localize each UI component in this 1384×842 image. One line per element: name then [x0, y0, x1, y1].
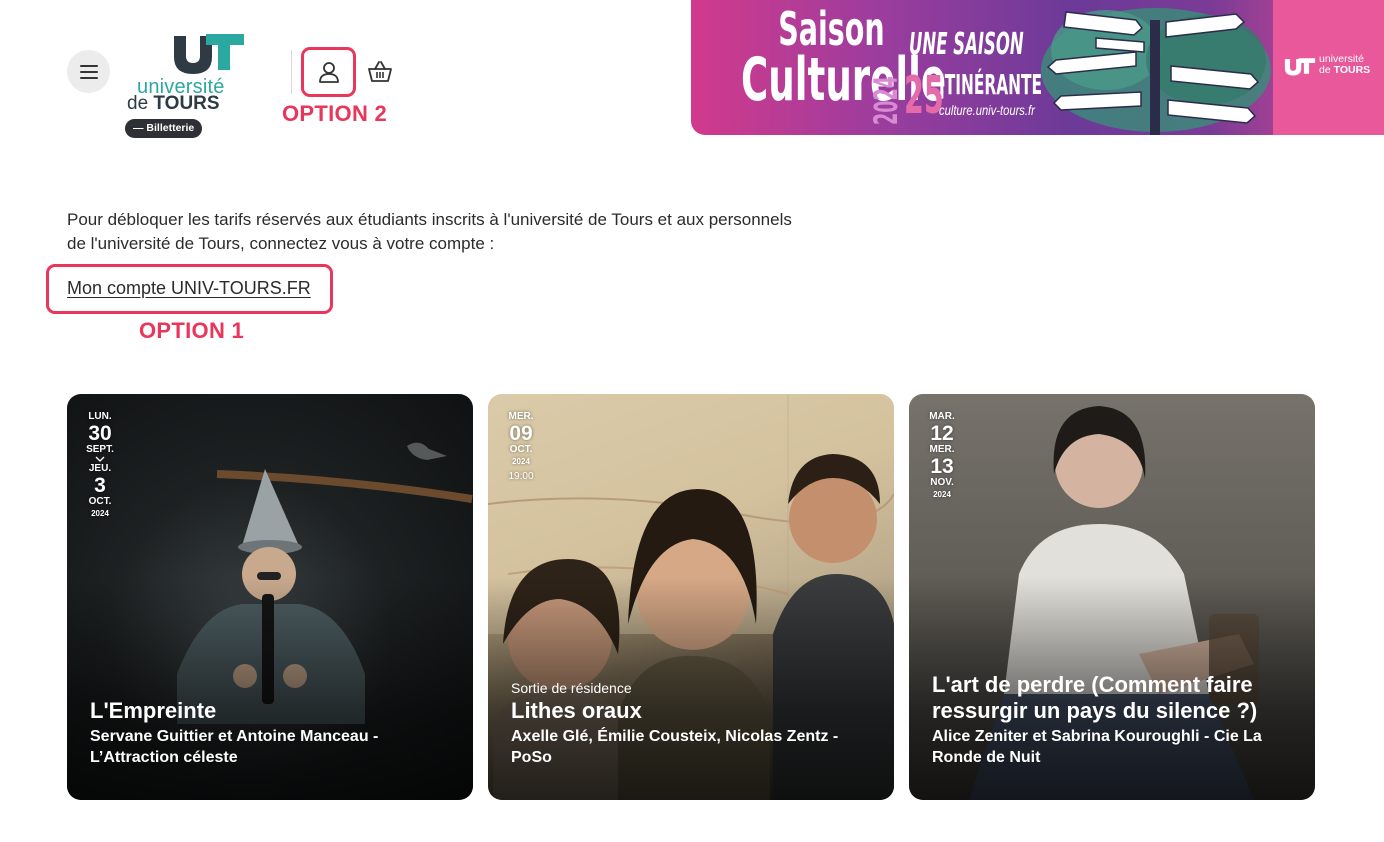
hamburger-menu-icon	[79, 64, 98, 79]
banner-logo: université de TOURS	[1284, 53, 1370, 83]
cart-button[interactable]	[366, 58, 394, 86]
basket-icon	[368, 61, 392, 82]
event-card-lithes-oraux[interactable]: MER. 09 OCT. 2024 19:00 Sortie de réside…	[488, 394, 894, 800]
event-title: L'Empreinte	[90, 698, 217, 723]
event-card-lart-de-perdre[interactable]: MAR. 12 MER. 13 NOV. 2024 L'art de perdr…	[909, 394, 1315, 800]
chevron-down-icon	[95, 456, 105, 462]
event-title: Lithes oraux	[511, 698, 642, 723]
banner-url: culture.univ-tours.fr	[939, 102, 1035, 118]
ut-logo-mark-icon	[174, 34, 244, 74]
event-artist: Alice Zeniter et Sabrina Kouroughli - Ci…	[932, 728, 1262, 766]
event-card-lempreinte[interactable]: LUN. 30 SEPT. JEU. 3 OCT. 2024 L'Emprein…	[67, 394, 473, 800]
header-divider	[291, 50, 292, 94]
signpost-tree-illustration-icon	[1041, 8, 1271, 135]
event-info: Sortie de résidence Lithes oraux Axelle …	[511, 680, 876, 768]
event-info: L'Empreinte Servane Guittier et Antoine …	[90, 698, 455, 768]
ut-logo-mark-icon	[1284, 58, 1316, 76]
banner-subtitle-2: ITINÉRANTE	[939, 68, 1043, 101]
banner-subtitle: UNE SAISON	[909, 27, 1024, 62]
univ-tours-account-link[interactable]: Mon compte UNIV-TOURS.FR	[67, 278, 311, 299]
logo-text-de-tours: de TOURS	[127, 93, 220, 114]
annotation-option-2: OPTION 2	[282, 101, 388, 126]
event-date: LUN. 30 SEPT. JEU. 3 OCT. 2024	[86, 411, 114, 518]
event-artist: Axelle Glé, Émilie Cousteix, Nicolas Zen…	[511, 728, 839, 766]
event-kicker: Sortie de résidence	[511, 680, 632, 696]
login-intro-text: Pour débloquer les tarifs réservés aux é…	[67, 210, 792, 253]
event-date: MAR. 12 MER. 13 NOV. 2024	[929, 411, 955, 499]
event-title: L'art de perdre (Comment faire ressurgir…	[932, 672, 1258, 723]
billetterie-badge: — Billetterie	[125, 119, 203, 138]
saison-culturelle-banner[interactable]: Saison Culturelle 2024 UNE SAISON 25 ITI…	[691, 0, 1384, 135]
event-date: MER. 09 OCT. 2024 19:00	[508, 411, 534, 482]
annotation-option-1: OPTION 1	[139, 318, 245, 343]
event-artist: Servane Guittier et Antoine Manceau - L’…	[90, 728, 379, 766]
banner-year: 2024	[867, 76, 905, 125]
menu-button[interactable]	[67, 50, 110, 93]
user-icon	[318, 62, 339, 83]
event-info: L'art de perdre (Comment faire ressurgir…	[932, 672, 1297, 768]
site-logo[interactable]: université de TOURS — Billetterie	[122, 30, 252, 140]
account-button[interactable]	[301, 47, 356, 97]
banner-number: 25	[904, 66, 944, 126]
